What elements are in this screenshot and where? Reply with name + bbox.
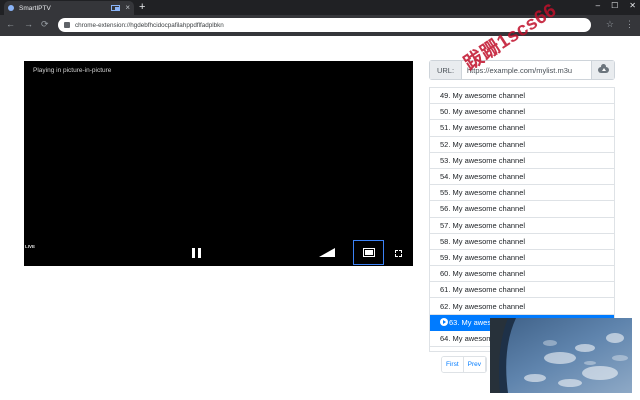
cloud-download-icon [597, 64, 609, 73]
channel-item[interactable]: 58. My awesome channel [430, 233, 614, 250]
video-player[interactable]: Playing in picture-in-picture LIVE [24, 61, 413, 266]
extension-icon [64, 22, 70, 28]
channel-label: 56. My awesome channel [440, 204, 526, 214]
channel-label: 61. My awesome channel [440, 285, 526, 295]
tab-title: SmartIPTV [19, 4, 51, 12]
channel-item[interactable]: 49. My awesome channel [430, 88, 614, 105]
channel-label: 58. My awesome channel [440, 236, 526, 246]
load-playlist-button[interactable] [591, 61, 614, 79]
channel-label: 52. My awesome channel [440, 139, 526, 149]
earth-from-orbit-image [490, 318, 632, 393]
picture-in-picture-button[interactable] [353, 240, 384, 265]
toolbar-actions: ☆ ⋮ [606, 19, 634, 30]
playlist-url-group: URL: [429, 60, 615, 80]
channel-item[interactable]: 53. My awesome channel [430, 152, 614, 169]
play-circle-icon [440, 318, 448, 327]
pip-video-window[interactable] [490, 318, 632, 393]
channel-label: 57. My awesome channel [440, 220, 526, 230]
reload-icon[interactable]: ⟳ [41, 19, 49, 30]
browser-tab[interactable]: SmartIPTV × [4, 1, 134, 15]
url-label: URL: [430, 61, 462, 79]
channel-item[interactable]: 50. My awesome channel [430, 104, 614, 121]
fullscreen-icon[interactable] [395, 250, 402, 257]
channel-label: 53. My awesome channel [440, 155, 526, 165]
channel-item[interactable]: 52. My awesome channel [430, 136, 614, 153]
first-page-button[interactable]: First [442, 357, 464, 372]
minimize-icon[interactable]: – [596, 1, 600, 10]
bookmark-star-icon[interactable]: ☆ [606, 19, 614, 30]
channel-label: 54. My awesome channel [440, 172, 526, 182]
pause-icon[interactable] [192, 248, 201, 258]
volume-icon[interactable] [319, 248, 335, 257]
channel-item[interactable]: 59. My awesome channel [430, 249, 614, 267]
channel-item[interactable]: 60. My awesome channel [430, 266, 614, 283]
prev-page-button[interactable]: Prev [463, 357, 487, 372]
tab-pip-indicator-icon [111, 5, 121, 11]
live-badge: LIVE [25, 244, 36, 249]
new-tab-button[interactable]: + [139, 2, 145, 13]
browser-menu-icon[interactable]: ⋮ [625, 19, 634, 30]
channel-label: 55. My awesome channel [440, 188, 526, 198]
channel-label: 59. My awesome channel [440, 252, 526, 262]
channel-label: 62. My awesome channel [440, 301, 526, 311]
maximize-icon[interactable]: ☐ [611, 1, 618, 10]
channel-list: 49. My awesome channel 50. My awesome cha… [429, 87, 615, 352]
back-icon[interactable]: ← [6, 19, 15, 29]
pip-status-message: Playing in picture-in-picture [33, 67, 112, 74]
channel-item[interactable]: 54. My awesome channel [430, 168, 614, 186]
channel-label: 50. My awesome channel [440, 107, 526, 117]
picture-in-picture-icon [362, 248, 375, 257]
pagination: First Prev [441, 356, 488, 373]
channel-label: 51. My awesome channel [440, 123, 526, 133]
window-close-icon[interactable]: ✕ [629, 1, 636, 10]
channel-item[interactable]: 61. My awesome channel [430, 282, 614, 299]
address-text[interactable]: chrome-extension://hgdebfhcidocpafilahpp… [75, 22, 224, 29]
channel-item[interactable]: 56. My awesome channel [430, 201, 614, 218]
window-controls: – ☐ ✕ [596, 1, 636, 10]
tab-close-icon[interactable]: × [125, 4, 130, 12]
channel-label: 49. My awesome channel [440, 91, 526, 101]
channel-item[interactable]: 57. My awesome channel [430, 217, 614, 234]
channel-item[interactable]: 62. My awesome channel [430, 298, 614, 315]
smartiptv-favicon-icon [8, 5, 14, 11]
channel-item[interactable]: 51. My awesome channel [430, 120, 614, 137]
channel-item[interactable]: 55. My awesome channel [430, 185, 614, 202]
forward-icon[interactable]: → [24, 19, 33, 29]
channel-label: 60. My awesome channel [440, 269, 526, 279]
